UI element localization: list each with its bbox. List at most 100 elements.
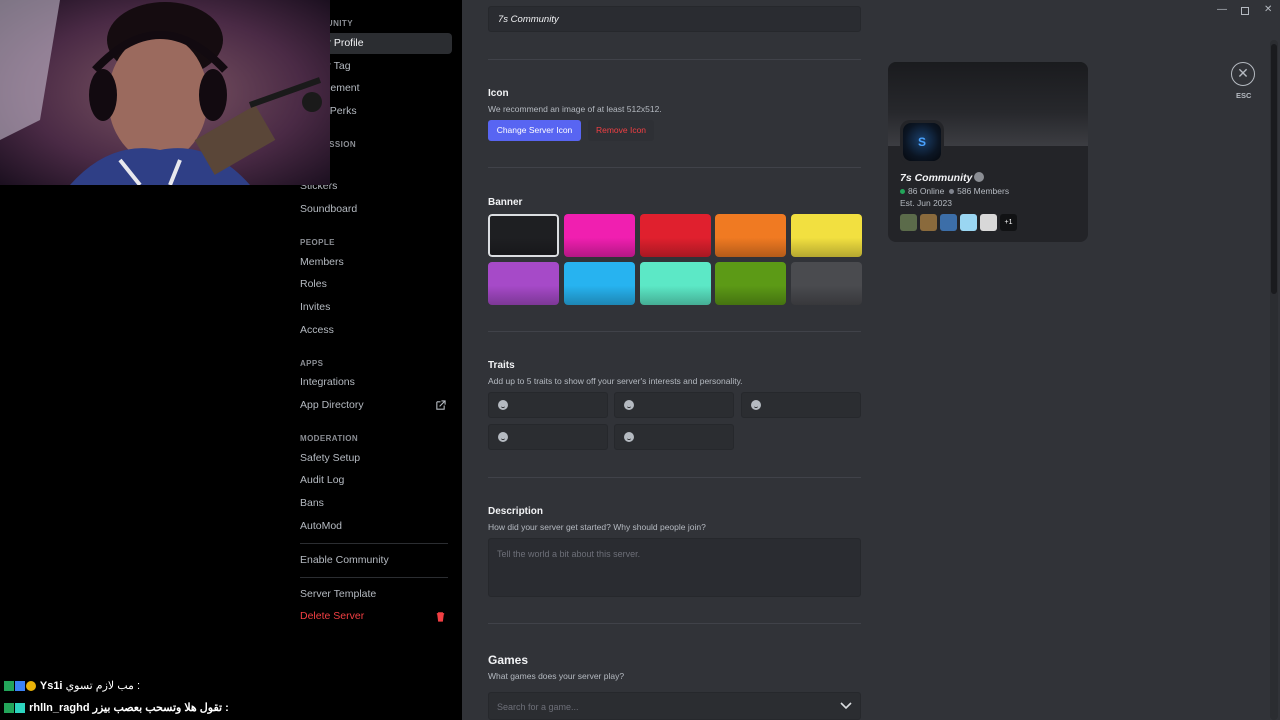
games-subtext: What games does your server play? xyxy=(488,671,625,681)
banner-swatch[interactable] xyxy=(639,262,711,305)
online-dot-icon xyxy=(900,189,905,195)
sidebar-item-server-template[interactable]: Server Template xyxy=(294,584,452,605)
chat-username: rhlln_raghd xyxy=(29,702,90,714)
card-trait-icons: +1 xyxy=(900,214,1017,231)
server-profile-main: 7s Community Icon We recommend an image … xyxy=(462,0,1280,720)
banner-swatch[interactable] xyxy=(488,214,559,257)
section-apps: APPS xyxy=(300,359,324,368)
badge-icon xyxy=(4,703,14,714)
sidebar-item-delete-server[interactable]: Delete Server xyxy=(294,606,452,627)
sidebar-item-enable-community[interactable]: Enable Community xyxy=(294,550,452,571)
members-dot-icon xyxy=(949,189,955,195)
card-established: Est. Jun 2023 xyxy=(900,198,952,208)
sidebar-item-automod[interactable]: AutoMod xyxy=(294,516,452,537)
badge-icon xyxy=(4,681,14,692)
sidebar-item-bans[interactable]: Bans xyxy=(294,493,452,514)
chevron-down-icon xyxy=(840,702,852,710)
games-heading: Games xyxy=(488,653,529,667)
chat-username: Ys1i xyxy=(39,680,63,692)
games-placeholder: Search for a game... xyxy=(497,702,579,712)
sidebar-item-roles[interactable]: Roles xyxy=(294,274,452,295)
banner-swatch[interactable] xyxy=(563,262,635,305)
trait-slot[interactable] xyxy=(614,424,734,450)
banner-swatch[interactable] xyxy=(791,262,863,305)
minimize-icon[interactable]: — xyxy=(1217,4,1227,15)
description-heading: Description xyxy=(488,506,544,517)
emoji-icon xyxy=(751,400,761,410)
icon-subtext: We recommend an image of at least 512x51… xyxy=(488,104,662,114)
badge-icon xyxy=(26,681,36,692)
banner-swatch[interactable] xyxy=(563,214,635,257)
sidebar-divider xyxy=(300,543,448,544)
banner-swatch[interactable] xyxy=(715,262,787,305)
banner-swatch[interactable] xyxy=(488,262,559,305)
trait-more-badge: +1 xyxy=(1000,214,1017,231)
sidebar-item-app-directory-label: App Directory xyxy=(300,399,364,411)
section-moderation: MODERATION xyxy=(300,434,359,443)
trait-ice-icon xyxy=(960,214,977,231)
trait-roblox-icon xyxy=(980,214,997,231)
server-name-value: 7s Community xyxy=(498,14,559,25)
trait-slot[interactable] xyxy=(488,424,608,450)
verified-badge-icon xyxy=(974,172,984,182)
banner-swatch[interactable] xyxy=(715,214,787,257)
server-name-input[interactable]: 7s Community xyxy=(488,6,861,32)
badge-icon xyxy=(15,681,25,692)
emoji-icon xyxy=(498,432,508,442)
description-textarea[interactable]: Tell the world a bit about this server. xyxy=(488,538,861,597)
divider xyxy=(488,167,861,168)
games-search-select[interactable]: Search for a game... xyxy=(488,692,861,720)
card-server-name: 7s Community xyxy=(900,172,973,184)
sidebar-item-soundboard[interactable]: Soundboard xyxy=(294,199,452,220)
divider xyxy=(488,623,861,624)
banner-swatch[interactable] xyxy=(791,214,863,257)
esc-label: ESC xyxy=(1236,91,1252,100)
server-preview-card: S 7s Community 86 Online 586 Members Est… xyxy=(888,62,1088,242)
traits-heading: Traits xyxy=(488,360,515,371)
icon-heading: Icon xyxy=(488,88,509,99)
section-people: PEOPLE xyxy=(300,238,335,247)
online-count: 86 Online xyxy=(908,186,945,196)
sidebar-item-access[interactable]: Access xyxy=(294,320,452,341)
divider xyxy=(488,331,861,332)
sidebar-divider xyxy=(300,577,448,578)
description-subtext: How did your server get started? Why sho… xyxy=(488,522,706,532)
change-server-icon-button[interactable]: Change Server Icon xyxy=(488,120,581,141)
delete-server-label: Delete Server xyxy=(300,610,365,622)
badge-icon xyxy=(15,703,25,714)
maximize-icon[interactable] xyxy=(1241,7,1249,15)
card-stats: 86 Online 586 Members xyxy=(900,186,1009,196)
trait-slot[interactable] xyxy=(488,392,608,418)
server-icon-image: S xyxy=(903,123,941,161)
member-count: 586 Members xyxy=(957,186,1010,196)
remove-icon-button[interactable]: Remove Icon xyxy=(588,120,654,141)
trait-minecraft-icon xyxy=(920,214,937,231)
divider xyxy=(488,477,861,478)
trait-slot[interactable] xyxy=(741,392,861,418)
chat-line-2: rhlln_raghd تقول هلا وتسحب بعصب بيزر : xyxy=(4,701,229,714)
banner-swatch[interactable] xyxy=(639,214,711,257)
banner-heading: Banner xyxy=(488,197,523,208)
sidebar-item-members[interactable]: Members xyxy=(294,252,452,273)
sidebar-item-safety-setup[interactable]: Safety Setup xyxy=(294,448,452,469)
trait-slot[interactable] xyxy=(614,392,734,418)
chat-line-1: Ys1i مب لازم تسوي : xyxy=(4,679,140,692)
sidebar-item-invites[interactable]: Invites xyxy=(294,297,452,318)
sidebar-item-app-directory[interactable]: App Directory xyxy=(294,395,452,416)
streamer-figure xyxy=(0,0,330,185)
sidebar-item-integrations[interactable]: Integrations xyxy=(294,372,452,393)
traits-subtext: Add up to 5 traits to show off your serv… xyxy=(488,376,743,386)
description-placeholder: Tell the world a bit about this server. xyxy=(497,549,641,559)
server-icon: S xyxy=(900,120,944,164)
webcam-overlay xyxy=(0,0,330,185)
window-close-icon[interactable]: ✕ xyxy=(1264,4,1272,15)
external-link-icon xyxy=(436,400,446,410)
scrollbar-thumb[interactable] xyxy=(1271,44,1277,294)
emoji-icon xyxy=(498,400,508,410)
chat-message: تقول هلا وتسحب بعصب بيزر : xyxy=(92,702,229,714)
sidebar-item-audit-log[interactable]: Audit Log xyxy=(294,470,452,491)
emoji-icon xyxy=(624,400,634,410)
divider xyxy=(488,59,861,60)
trait-rocket-league-icon xyxy=(940,214,957,231)
close-icon[interactable]: ✕ xyxy=(1231,62,1255,86)
